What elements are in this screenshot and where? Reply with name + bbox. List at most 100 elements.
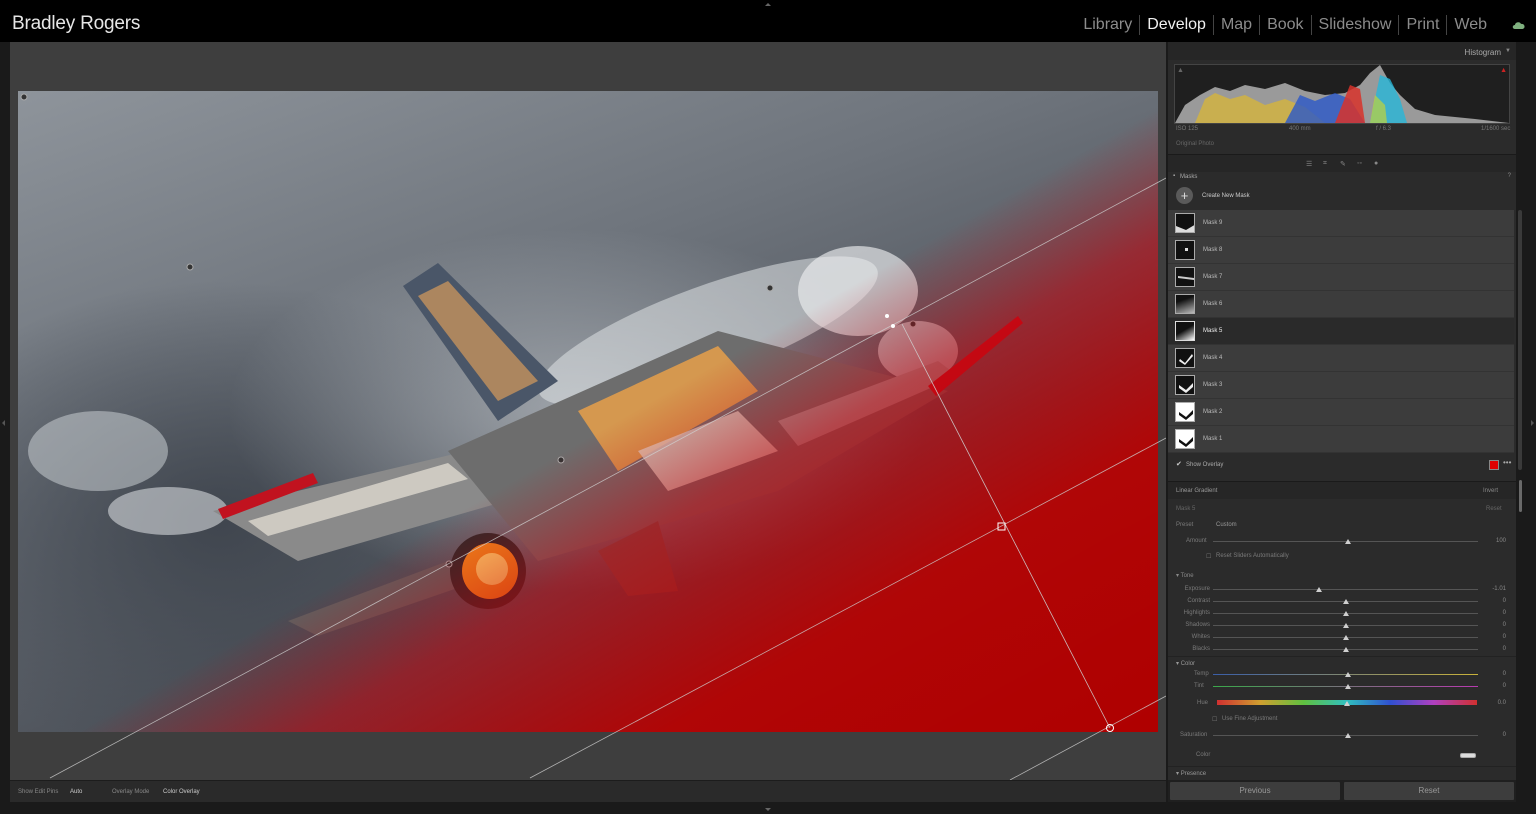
- healing-icon[interactable]: ✎: [1340, 160, 1346, 168]
- mask-name: Mask 6: [1203, 301, 1223, 307]
- tone-slider-knob[interactable]: [1342, 647, 1349, 652]
- tone-slider-knob[interactable]: [1316, 587, 1322, 592]
- tone-slider-value[interactable]: 0: [1486, 610, 1506, 616]
- mask-name: Mask 5: [1203, 328, 1223, 334]
- reset-sliders-checkbox[interactable]: ☐: [1206, 553, 1211, 560]
- panel-scrollbar[interactable]: [1518, 210, 1522, 470]
- module-develop[interactable]: Develop: [1139, 15, 1213, 35]
- module-web[interactable]: Web: [1446, 15, 1494, 35]
- masks-title: Masks: [1180, 174, 1198, 180]
- mask-thumbnail: [1175, 213, 1195, 233]
- mask-row-6[interactable]: Mask 6: [1168, 291, 1514, 318]
- saturation-label: Saturation: [1180, 732, 1208, 738]
- tone-slider-track[interactable]: [1213, 589, 1478, 590]
- module-library[interactable]: Library: [1076, 15, 1139, 35]
- masks-header[interactable]: ▪ Masks ?: [1168, 172, 1516, 182]
- color-title-text: Color: [1180, 661, 1196, 667]
- panel-scrollbar-thumb[interactable]: [1519, 480, 1522, 512]
- mask-row-5[interactable]: Mask 5: [1168, 318, 1514, 345]
- more-options-icon[interactable]: •••: [1503, 458, 1511, 467]
- temp-value[interactable]: 0: [1486, 671, 1506, 677]
- mask-thumbnail: [1175, 375, 1195, 395]
- panel-grip-icon[interactable]: ▪: [1173, 173, 1175, 179]
- tone-slider-knob[interactable]: [1342, 635, 1349, 640]
- top-panel-toggle-icon[interactable]: [765, 3, 771, 6]
- image-viewer[interactable]: [10, 42, 1166, 780]
- show-overlay-label: Show Overlay: [1186, 462, 1224, 468]
- color-label: Color: [1196, 752, 1211, 758]
- saturation-value[interactable]: 0: [1486, 732, 1506, 738]
- tone-slider-knob[interactable]: [1342, 611, 1349, 616]
- linear-gradient-guides[interactable]: [10, 42, 1166, 780]
- aperture-value: f / 6.3: [1376, 126, 1392, 132]
- tone-slider-value[interactable]: 0: [1486, 646, 1506, 652]
- preset-dropdown[interactable]: Custom: [1216, 522, 1237, 528]
- tone-slider-value[interactable]: 0: [1486, 598, 1506, 604]
- temp-slider-knob[interactable]: [1345, 672, 1351, 677]
- tone-slider-value[interactable]: 0: [1486, 622, 1506, 628]
- help-icon[interactable]: ?: [1508, 173, 1511, 179]
- mask-row-9[interactable]: Mask 9: [1168, 210, 1514, 237]
- module-map[interactable]: Map: [1212, 15, 1259, 35]
- mask-thumbnail: [1175, 402, 1195, 422]
- amount-value[interactable]: 100: [1486, 538, 1506, 544]
- edit-icon[interactable]: ☰: [1306, 160, 1312, 168]
- original-photo-label[interactable]: Original Photo: [1176, 141, 1214, 147]
- amount-slider-knob[interactable]: [1345, 539, 1351, 544]
- mask-row-2[interactable]: Mask 2: [1168, 399, 1514, 426]
- right-panel-toggle-icon[interactable]: [1531, 420, 1534, 426]
- module-slideshow[interactable]: Slideshow: [1310, 15, 1399, 35]
- fine-adjust-checkbox[interactable]: ☐: [1212, 716, 1217, 723]
- reset-button[interactable]: Reset: [1344, 782, 1514, 800]
- presence-title: ▾ Presence: [1176, 771, 1207, 777]
- histogram-header[interactable]: Histogram ▼: [1168, 42, 1516, 60]
- previous-button[interactable]: Previous: [1170, 782, 1340, 800]
- hue-slider-knob[interactable]: [1344, 701, 1350, 706]
- module-print[interactable]: Print: [1398, 15, 1446, 35]
- reset-mask-button[interactable]: Reset: [1486, 506, 1502, 512]
- tint-slider-knob[interactable]: [1345, 684, 1351, 689]
- show-overlay-row: ✔ Show Overlay •••: [1168, 454, 1516, 476]
- overlay-color-swatch[interactable]: [1489, 460, 1499, 470]
- mask-name: Mask 4: [1203, 355, 1223, 361]
- module-book[interactable]: Book: [1259, 15, 1310, 35]
- invert-checkbox[interactable]: Invert: [1483, 488, 1498, 494]
- show-overlay-checkbox[interactable]: ✔: [1176, 460, 1182, 468]
- plus-icon: +: [1176, 187, 1193, 204]
- mask-row-4[interactable]: Mask 4: [1168, 345, 1514, 372]
- tone-slider-label: Shadows: [1185, 622, 1210, 628]
- hue-value[interactable]: 0.0: [1486, 700, 1506, 706]
- edit-pins-dropdown[interactable]: Auto: [70, 789, 82, 795]
- mask-name-field[interactable]: Mask 5: [1176, 506, 1195, 512]
- temp-label: Temp: [1194, 671, 1209, 677]
- tone-slider-value[interactable]: 0: [1486, 634, 1506, 640]
- tone-section-header[interactable]: ▾ Tone: [1176, 572, 1194, 579]
- red-eye-icon[interactable]: ◦◦: [1357, 160, 1362, 167]
- highlight-clip-icon[interactable]: ▲: [1500, 67, 1507, 74]
- tone-slider-value[interactable]: -1.01: [1486, 586, 1506, 592]
- saturation-slider-knob[interactable]: [1345, 733, 1351, 738]
- crop-icon[interactable]: ⌗: [1323, 160, 1327, 168]
- mask-name: Mask 1: [1203, 436, 1223, 442]
- presence-section-header[interactable]: ▾ Presence: [1168, 766, 1516, 780]
- mask-row-1[interactable]: Mask 1: [1168, 426, 1514, 453]
- color-picker-swatch[interactable]: [1460, 753, 1476, 758]
- overlay-mode-dropdown[interactable]: Color Overlay: [163, 789, 200, 795]
- mask-row-8[interactable]: Mask 8: [1168, 237, 1514, 264]
- tone-slider-knob[interactable]: [1342, 599, 1349, 604]
- mask-row-7[interactable]: Mask 7: [1168, 264, 1514, 291]
- tone-slider-label: Whites: [1191, 634, 1210, 640]
- shadow-clip-icon[interactable]: ▲: [1177, 67, 1184, 74]
- histogram[interactable]: ▲ ▲: [1174, 64, 1510, 124]
- color-section-header[interactable]: ▾ Color: [1168, 656, 1516, 668]
- left-panel-toggle-icon[interactable]: [2, 420, 5, 426]
- create-new-mask-button[interactable]: + Create New Mask: [1168, 184, 1516, 208]
- tint-value[interactable]: 0: [1486, 683, 1506, 689]
- mask-row-3[interactable]: Mask 3: [1168, 372, 1514, 399]
- tone-slider-knob[interactable]: [1342, 623, 1349, 628]
- color-title: ▾ Color: [1176, 661, 1196, 667]
- chevron-down-icon[interactable]: ▼: [1505, 48, 1511, 54]
- bottom-panel-toggle-icon[interactable]: [765, 808, 771, 811]
- cloud-sync-icon[interactable]: [1512, 21, 1526, 30]
- masking-icon[interactable]: ●: [1374, 160, 1378, 167]
